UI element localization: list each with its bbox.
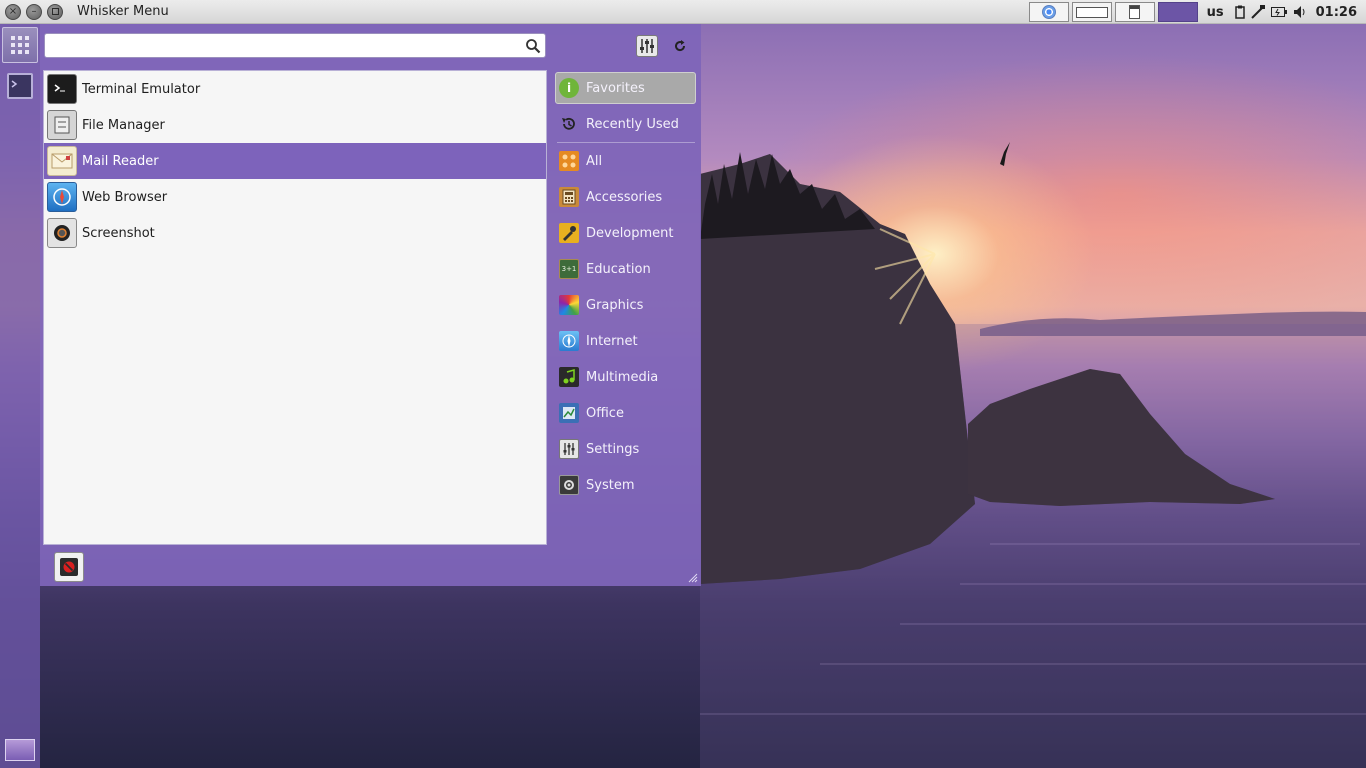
multimedia-icon [559, 367, 579, 387]
category-label: Recently Used [586, 116, 679, 132]
network-wired-icon[interactable] [1250, 5, 1265, 19]
whisker-menu: Terminal Emulator File Manager Mail Read… [40, 24, 701, 586]
left-dock [0, 24, 40, 768]
maximize-window-button[interactable] [47, 3, 63, 20]
window-title: Whisker Menu [77, 4, 169, 19]
browser-tray-button[interactable] [1028, 2, 1069, 22]
category-education[interactable]: 3+1 Education [553, 251, 699, 287]
menu-settings-button[interactable] [636, 35, 658, 57]
category-system[interactable]: System [553, 467, 699, 503]
top-panel: × – Whisker Menu us 01:26 [0, 0, 1366, 24]
application-list: Terminal Emulator File Manager Mail Read… [43, 70, 547, 545]
favorites-icon: i [559, 78, 579, 98]
category-development[interactable]: Development [553, 215, 699, 251]
close-icon: × [8, 5, 18, 17]
all-icon [559, 151, 579, 171]
internet-icon [559, 331, 579, 351]
category-label: All [586, 153, 603, 169]
category-office[interactable]: Office [553, 395, 699, 431]
list-item-terminal-emulator[interactable]: Terminal Emulator [44, 71, 546, 107]
category-label: Education [586, 261, 651, 277]
mail-icon [47, 146, 77, 176]
list-item-mail-reader[interactable]: Mail Reader [44, 143, 546, 179]
category-label: Graphics [586, 297, 644, 313]
category-label: Accessories [586, 189, 663, 205]
log-out-icon [60, 558, 78, 576]
list-item-file-manager[interactable]: File Manager [44, 107, 546, 143]
web-browser-icon [47, 182, 77, 212]
search-icon[interactable] [525, 38, 541, 54]
terminal-icon [47, 74, 77, 104]
category-panel: i Favorites Recently Used All Accessorie… [553, 70, 699, 503]
category-label: Development [586, 225, 674, 241]
window-thumbnail-icon [1129, 5, 1141, 19]
applications-menu-button[interactable] [2, 27, 38, 63]
category-favorites[interactable]: i Favorites [555, 72, 696, 104]
system-tray: us 01:26 [1028, 0, 1366, 24]
app-grid-icon [11, 36, 29, 54]
clock[interactable]: 01:26 [1316, 5, 1357, 20]
clipboard-icon[interactable] [1234, 5, 1245, 19]
history-icon [559, 114, 579, 134]
category-internet[interactable]: Internet [553, 323, 699, 359]
refresh-button[interactable] [670, 37, 690, 55]
category-all[interactable]: All [553, 143, 699, 179]
development-icon [559, 223, 579, 243]
category-label: Internet [586, 333, 638, 349]
app-label: Mail Reader [82, 153, 159, 169]
app-label: Screenshot [82, 225, 155, 241]
refresh-icon [675, 40, 686, 52]
category-accessories[interactable]: Accessories [553, 179, 699, 215]
keyboard-layout[interactable]: us [1207, 5, 1224, 20]
resize-grip-icon[interactable] [688, 573, 698, 583]
app-label: Web Browser [82, 189, 168, 205]
workspace-1[interactable] [1071, 2, 1112, 22]
app-label: Terminal Emulator [82, 81, 201, 97]
terminal-icon [11, 80, 18, 88]
settings-icon [559, 439, 579, 459]
chrome-icon [1041, 5, 1056, 19]
category-label: Multimedia [586, 369, 659, 385]
education-icon: 3+1 [559, 259, 579, 279]
category-recently-used[interactable]: Recently Used [553, 106, 699, 142]
search-input[interactable] [45, 34, 515, 57]
category-graphics[interactable]: Graphics [553, 287, 699, 323]
show-desktop-button[interactable] [5, 739, 35, 761]
list-item-screenshot[interactable]: Screenshot [44, 215, 546, 251]
window-thumbnail-icon [1075, 6, 1108, 18]
log-out-button[interactable] [54, 552, 84, 582]
system-icon [559, 475, 579, 495]
category-label: Favorites [586, 80, 645, 96]
app-label: File Manager [82, 117, 165, 133]
file-manager-icon [47, 110, 77, 140]
volume-icon[interactable] [1293, 5, 1307, 19]
workspace-3[interactable] [1157, 2, 1198, 22]
minimize-icon: – [31, 5, 37, 17]
graphics-icon [559, 295, 579, 315]
workspace-2[interactable] [1114, 2, 1155, 22]
camera-icon [47, 218, 77, 248]
close-window-button[interactable]: × [5, 3, 21, 20]
list-item-web-browser[interactable]: Web Browser [44, 179, 546, 215]
maximize-icon [51, 8, 59, 15]
category-settings[interactable]: Settings [553, 431, 699, 467]
minimize-window-button[interactable]: – [26, 3, 42, 20]
battery-icon[interactable] [1270, 6, 1287, 18]
category-label: System [586, 477, 635, 493]
category-multimedia[interactable]: Multimedia [553, 359, 699, 395]
office-icon [559, 403, 579, 423]
accessories-icon [559, 187, 579, 207]
dock-terminal-button[interactable] [7, 73, 33, 99]
search-field [44, 33, 546, 58]
category-label: Settings [586, 441, 640, 457]
category-label: Office [586, 405, 624, 421]
sliders-icon [640, 39, 654, 53]
